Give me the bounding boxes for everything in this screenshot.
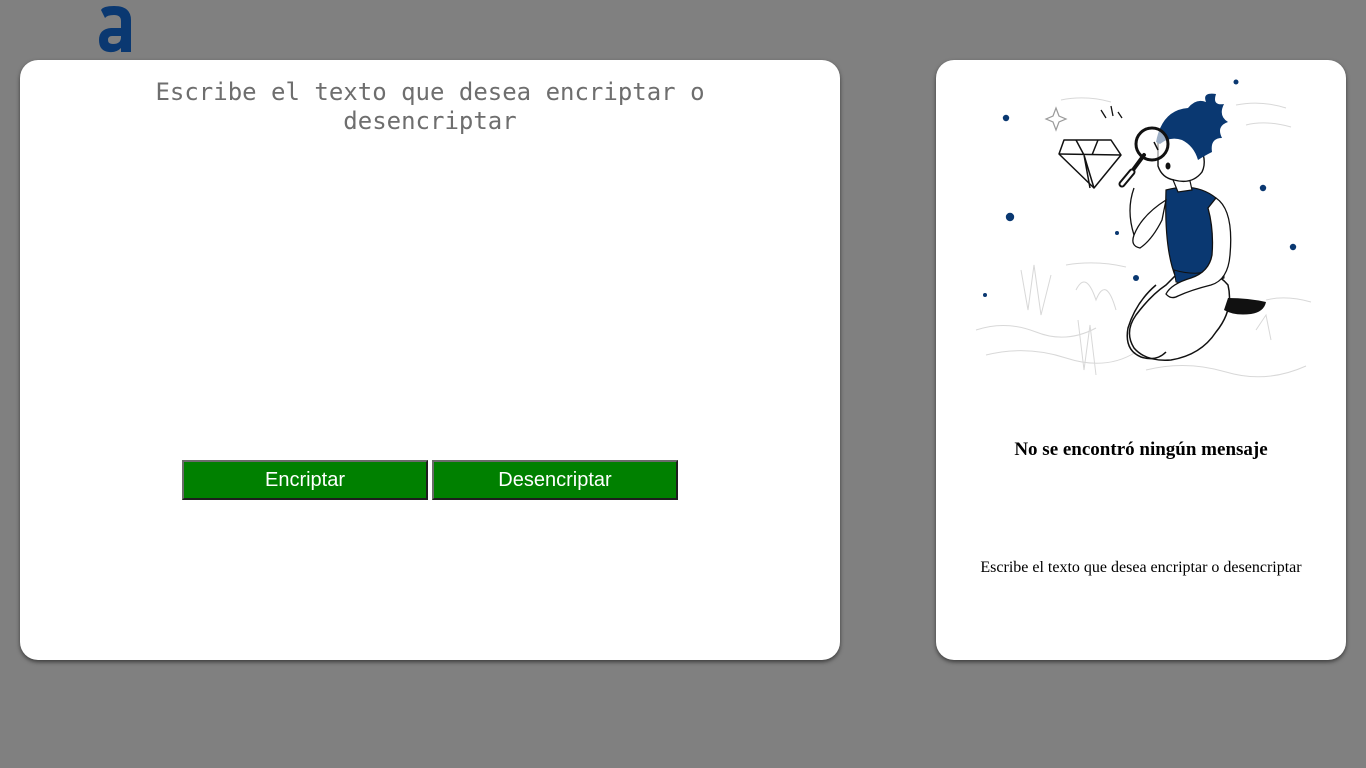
input-panel: Encriptar Desencriptar xyxy=(20,60,840,660)
decrypt-button[interactable]: Desencriptar xyxy=(432,460,678,500)
person-with-magnifying-glass-illustration xyxy=(975,79,1312,378)
alura-logo-icon xyxy=(99,6,131,53)
no-message-subtitle: Escribe el texto que desea encriptar o d… xyxy=(980,559,1302,576)
encrypt-button[interactable]: Encriptar xyxy=(182,460,428,500)
no-message-title: No se encontró ningún mensaje xyxy=(1014,439,1268,460)
output-panel: No se encontró ningún mensaje Escribe el… xyxy=(936,60,1346,660)
text-input[interactable] xyxy=(90,78,770,448)
